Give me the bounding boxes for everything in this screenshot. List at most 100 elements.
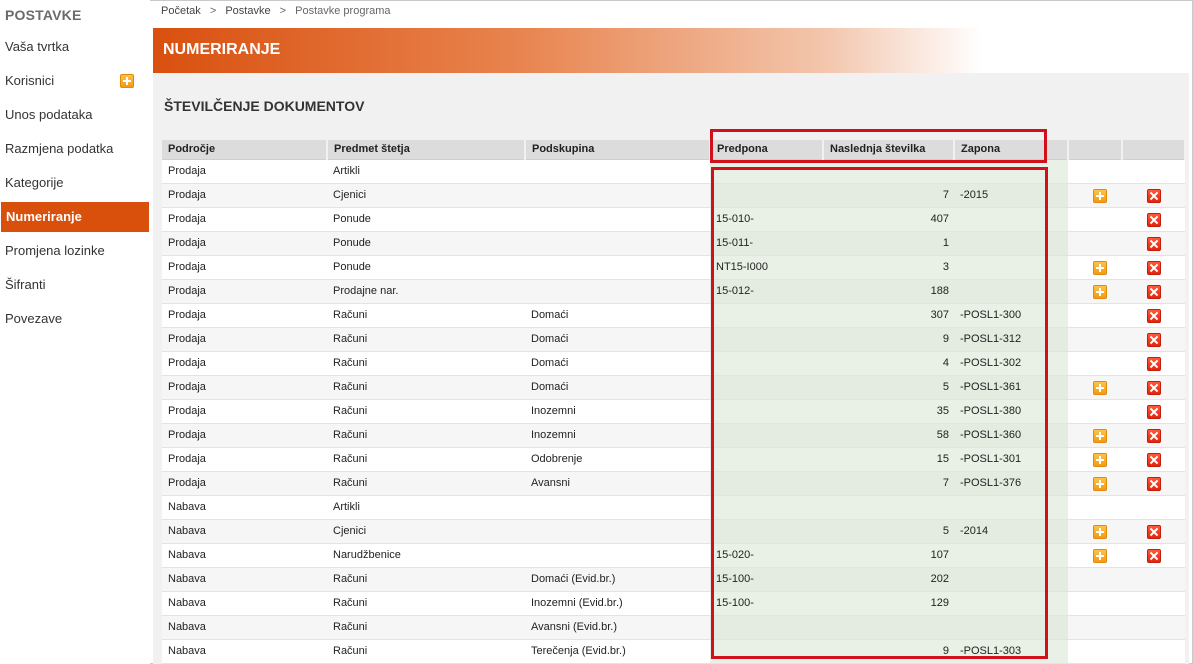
delete-icon[interactable]	[1147, 452, 1161, 467]
sidebar-item[interactable]: Razmjena podatka	[0, 134, 150, 164]
delete-icon[interactable]	[1147, 428, 1161, 443]
subject-cell: Računi	[327, 375, 525, 400]
column-header-delete	[1122, 140, 1186, 160]
sidebar-item-label: Razmjena podatka	[5, 141, 114, 156]
subject-cell: Računi	[327, 567, 525, 592]
subgroup-cell	[525, 231, 710, 256]
subgroup-cell	[525, 495, 710, 520]
column-header-area[interactable]: Področje	[162, 140, 328, 160]
delete-icon[interactable]	[1147, 188, 1161, 203]
sidebar-item-label: Numeriranje	[6, 209, 82, 224]
delete-icon[interactable]	[1147, 548, 1161, 563]
sidebar-item[interactable]: Šifranti	[0, 270, 150, 300]
subject-cell: Cjenici	[327, 519, 525, 544]
add-cell	[1068, 639, 1122, 664]
area-cell: Nabava	[162, 615, 327, 640]
add-cell	[1068, 543, 1122, 568]
delete-cell	[1122, 279, 1185, 304]
delete-cell	[1122, 231, 1185, 256]
area-cell: Prodaja	[162, 423, 327, 448]
sidebar-item[interactable]: Promjena lozinke	[0, 236, 150, 266]
breadcrumb: Početak > Postavke > Postavke programa	[161, 5, 397, 17]
column-header-subject[interactable]: Predmet štetja	[327, 140, 526, 160]
add-cell	[1068, 591, 1122, 616]
add-icon[interactable]	[1093, 452, 1107, 467]
add-icon[interactable]	[1093, 380, 1107, 395]
sidebar-item-label: Korisnici	[5, 73, 55, 88]
add-cell	[1068, 471, 1122, 496]
delete-icon[interactable]	[1147, 332, 1161, 347]
delete-icon[interactable]	[1147, 284, 1161, 299]
subject-cell: Računi	[327, 399, 525, 424]
subgroup-cell	[525, 159, 710, 184]
page-title: NUMERIRANJE	[163, 41, 281, 58]
delete-icon[interactable]	[1147, 308, 1161, 323]
sidebar-item[interactable]: Povezave	[0, 304, 150, 334]
sidebar-item[interactable]: Vaša tvrtka	[0, 32, 150, 62]
delete-cell	[1122, 543, 1185, 568]
subgroup-cell: Domaći	[525, 375, 710, 400]
delete-cell	[1122, 399, 1185, 424]
breadcrumb-settings[interactable]: Postavke	[225, 5, 270, 17]
area-cell: Nabava	[162, 519, 327, 544]
add-icon[interactable]	[1093, 428, 1107, 443]
add-cell	[1068, 615, 1122, 640]
add-icon[interactable]	[1093, 260, 1107, 275]
subject-cell: Računi	[327, 471, 525, 496]
delete-cell	[1122, 207, 1185, 232]
area-cell: Prodaja	[162, 231, 327, 256]
column-header-subgroup[interactable]: Podskupina	[525, 140, 711, 160]
subject-cell: Ponude	[327, 231, 525, 256]
sidebar-item[interactable]: Korisnici	[0, 66, 150, 96]
area-cell: Prodaja	[162, 159, 327, 184]
delete-icon[interactable]	[1147, 524, 1161, 539]
delete-icon[interactable]	[1147, 356, 1161, 371]
column-header-add	[1068, 140, 1123, 160]
add-icon[interactable]	[1093, 284, 1107, 299]
delete-cell	[1122, 375, 1185, 400]
add-icon[interactable]	[120, 74, 134, 88]
subject-cell: Računi	[327, 591, 525, 616]
sidebar-item-label: Povezave	[5, 311, 63, 326]
area-cell: Nabava	[162, 639, 327, 664]
delete-icon[interactable]	[1147, 212, 1161, 227]
area-cell: Nabava	[162, 591, 327, 616]
add-icon[interactable]	[1093, 476, 1107, 491]
subject-cell: Artikli	[327, 159, 525, 184]
add-cell	[1068, 207, 1122, 232]
subgroup-cell: Inozemni	[525, 423, 710, 448]
breadcrumb-home[interactable]: Početak	[161, 5, 201, 17]
sidebar-item-label: Kategorije	[5, 175, 64, 190]
add-icon[interactable]	[1093, 188, 1107, 203]
subgroup-cell: Inozemni (Evid.br.)	[525, 591, 710, 616]
add-cell	[1068, 519, 1122, 544]
delete-cell	[1122, 567, 1185, 592]
area-cell: Prodaja	[162, 303, 327, 328]
subgroup-cell	[525, 279, 710, 304]
add-icon[interactable]	[1093, 548, 1107, 563]
sidebar-item[interactable]: Numeriranje	[1, 202, 149, 232]
delete-icon[interactable]	[1147, 476, 1161, 491]
highlight-box-header	[710, 129, 1047, 163]
add-cell	[1068, 447, 1122, 472]
subgroup-cell	[525, 519, 710, 544]
area-cell: Prodaja	[162, 255, 327, 280]
delete-icon[interactable]	[1147, 260, 1161, 275]
area-cell: Prodaja	[162, 279, 327, 304]
delete-cell	[1122, 255, 1185, 280]
breadcrumb-current: Postavke programa	[295, 5, 391, 17]
sidebar-item[interactable]: Kategorije	[0, 168, 150, 198]
delete-icon[interactable]	[1147, 380, 1161, 395]
delete-icon[interactable]	[1147, 236, 1161, 251]
area-cell: Prodaja	[162, 447, 327, 472]
area-cell: Prodaja	[162, 327, 327, 352]
delete-cell	[1122, 303, 1185, 328]
subject-cell: Narudžbenice	[327, 543, 525, 568]
add-icon[interactable]	[1093, 524, 1107, 539]
area-cell: Prodaja	[162, 399, 327, 424]
sidebar-item[interactable]: Unos podataka	[0, 100, 150, 130]
add-cell	[1068, 375, 1122, 400]
delete-icon[interactable]	[1147, 404, 1161, 419]
subgroup-cell	[525, 207, 710, 232]
subgroup-cell: Domaći	[525, 351, 710, 376]
